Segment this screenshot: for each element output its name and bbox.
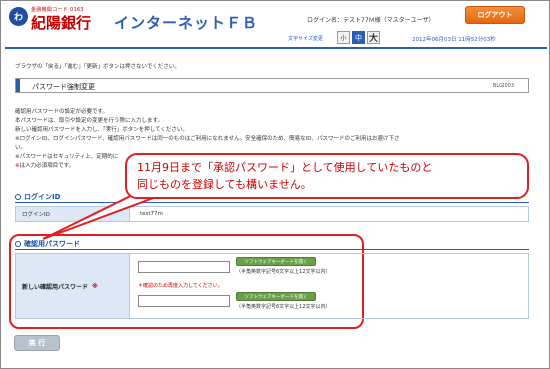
page-title-bar: パスワード強制変更 BLGI003 <box>15 78 529 93</box>
confirm-password-input[interactable] <box>138 295 230 307</box>
font-size-small-button[interactable]: 小 <box>337 31 350 44</box>
required-note: ※は入力必須項目です。 <box>15 161 74 169</box>
required-note-text: は入力必須項目です。 <box>19 163 75 169</box>
instruction-line: ※ログインID、ログインパスワード、確認用パスワードは同一のものはご利用になれま… <box>15 136 400 142</box>
instruction-line: 新しい確認用パスワードを入力し、「実行」ボタンを押してください。 <box>15 127 188 133</box>
confirm-password-cell: ソフトウェアキーボードを開く （半角英数字記号6文字以上12文字以内） ＊確認の… <box>130 254 528 318</box>
font-size-medium-button[interactable]: 中 <box>352 31 365 44</box>
bank-name: 紀陽銀行 <box>31 14 92 32</box>
software-keyboard-button[interactable]: ソフトウェアキーボードを開く <box>236 257 316 266</box>
new-password-input[interactable] <box>138 261 230 273</box>
password-hint: （半角英数字記号6文字以上12文字以内） <box>236 304 331 310</box>
reenter-note: ＊確認のため再度入力してください。 <box>138 283 223 289</box>
instruction-line: ※パスワードはセキュリティ上、定期的に <box>15 154 119 160</box>
instruction-line: 本パスワードは、取引や設定の変更を行う際に入力します。 <box>15 118 163 124</box>
instruction-line: い。 <box>15 145 27 151</box>
section-bullet-icon <box>15 241 21 247</box>
callout-text: 11月9日まで「承認パスワード」として使用していたものと 同じものを登録しても構… <box>137 159 521 193</box>
confirm-password-label: 新しい確認用パスワード ※ <box>16 254 130 318</box>
font-size-label: 文字サイズ変更 <box>288 36 323 42</box>
software-keyboard-button[interactable]: ソフトウェアキーボードを開く <box>236 292 316 301</box>
font-size-large-button[interactable]: 大 <box>367 31 380 44</box>
execute-button[interactable]: 実 行 <box>14 335 60 351</box>
bank-logo-icon: わ <box>9 7 28 26</box>
section-divider <box>15 249 529 250</box>
login-name: ログイン名：テスト77Ｍ様（マスターユーザ） <box>307 17 435 24</box>
browser-note: ブラウザの「戻る」「進む」「更新」ボタンは押さないでください。 <box>15 64 180 70</box>
page-title: パスワード強制変更 <box>32 83 95 91</box>
header-divider <box>5 47 547 49</box>
screen-id: BLGI003 <box>492 83 514 89</box>
logout-button[interactable]: ログアウト <box>465 6 525 24</box>
callout-box: 11月9日まで「承認パスワード」として使用していたものと 同じものを登録しても構… <box>125 153 529 199</box>
title-accent <box>16 79 20 92</box>
section-bullet-icon <box>15 194 21 200</box>
confirm-password-label-text: 新しい確認用パスワード <box>22 283 89 291</box>
password-hint: （半角英数字記号6文字以上12文字以内） <box>236 269 331 275</box>
callout-line: 同じものを登録しても構いません。 <box>137 178 312 191</box>
callout-line: 11月9日まで「承認パスワード」として使用していたものと <box>137 161 433 174</box>
instruction-line: 確認用パスワードの設定が必要です。 <box>15 109 108 115</box>
datetime: 2012年06月03日 11時52分03秒 <box>412 37 496 43</box>
confirm-password-row: 新しい確認用パスワード ※ ソフトウェアキーボードを開く （半角英数字記号6文字… <box>15 253 529 319</box>
required-mark: ※ <box>92 282 98 290</box>
service-title: インターネットＦＢ <box>114 14 259 32</box>
screen-frame: わ 金融機関コード 0163 紀陽銀行 インターネットＦＢ ログイン名：テスト7… <box>0 0 550 369</box>
